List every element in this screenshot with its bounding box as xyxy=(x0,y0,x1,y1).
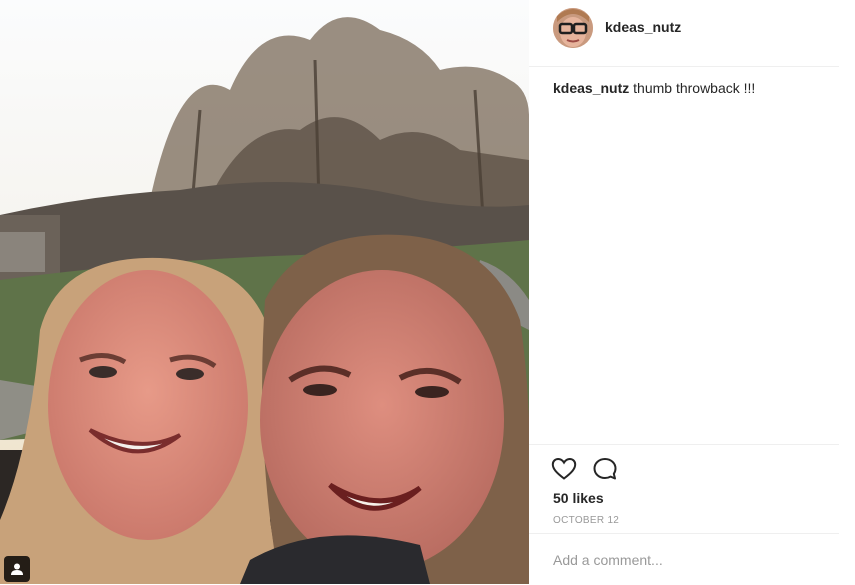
caption-text: thumb throwback !!! xyxy=(633,80,756,96)
likes-count[interactable]: 50 likes xyxy=(553,490,604,506)
post-date[interactable]: OCTOBER 12 xyxy=(553,515,619,526)
post-actions: 50 likes OCTOBER 12 xyxy=(529,444,839,533)
avatar[interactable] xyxy=(553,8,593,48)
comment-input[interactable] xyxy=(553,552,823,568)
comment-button[interactable] xyxy=(592,457,618,481)
caption-username-link[interactable]: kdeas_nutz xyxy=(553,80,629,96)
post-photo-image xyxy=(0,0,529,584)
post-side-panel: kdeas_nutz kdeas_nutz thumb throwback !!… xyxy=(529,0,855,584)
comment-area xyxy=(529,533,839,585)
person-icon xyxy=(11,563,23,575)
tagged-users-button[interactable] xyxy=(4,556,30,582)
header-username-link[interactable]: kdeas_nutz xyxy=(605,19,681,35)
post-photo[interactable] xyxy=(0,0,529,584)
post-header: kdeas_nutz xyxy=(529,0,839,67)
like-button[interactable] xyxy=(551,457,577,481)
avatar-image xyxy=(553,8,593,48)
post-caption: kdeas_nutz thumb throwback !!! xyxy=(553,79,833,97)
heart-outline-icon xyxy=(551,457,577,480)
speech-bubble-icon xyxy=(593,458,617,480)
